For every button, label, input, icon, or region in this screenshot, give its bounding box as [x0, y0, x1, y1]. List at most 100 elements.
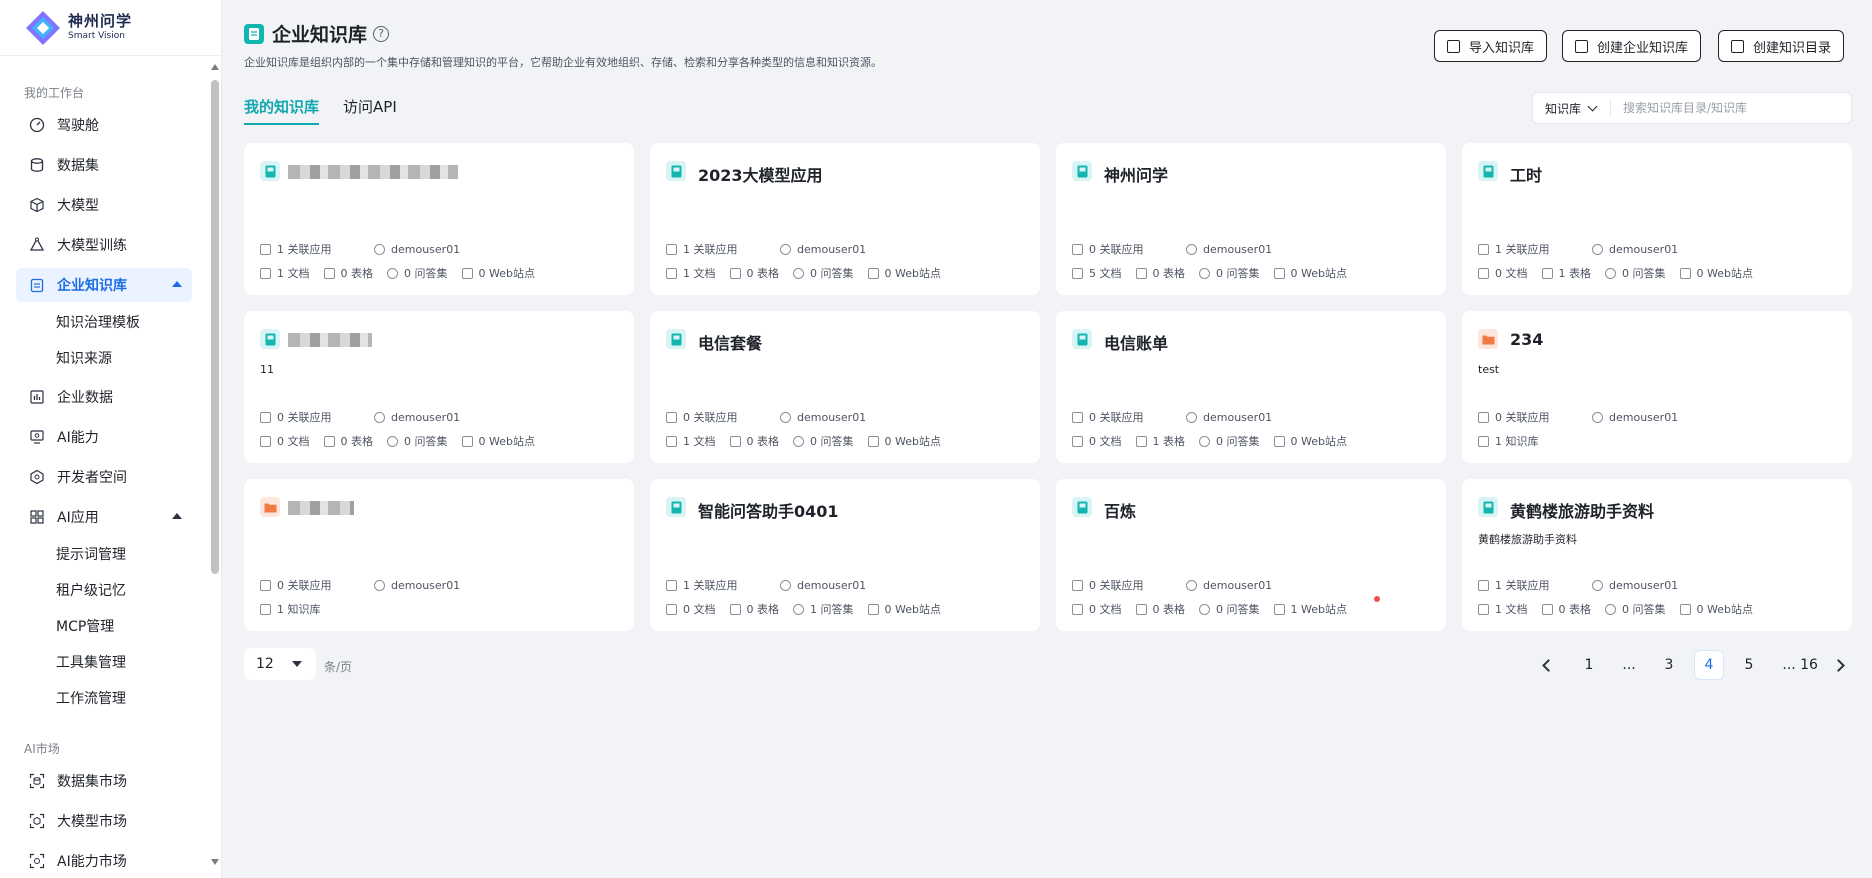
- question-icon: [1199, 435, 1210, 447]
- user-icon: [780, 579, 791, 591]
- create-kb-button[interactable]: 创建企业知识库: [1562, 30, 1702, 62]
- kb-card[interactable]: 神州问学 0 关联应用 demouser01 5 文档 0 表格 0 问答集 0 Web站点: [1056, 143, 1446, 295]
- sidebar-item-training[interactable]: 大模型训练: [16, 228, 192, 262]
- sidebar-scroll-thumb[interactable]: [211, 80, 219, 574]
- sidebar-item-ability-market[interactable]: AI能力市场: [16, 844, 192, 878]
- help-icon[interactable]: ?: [373, 25, 390, 42]
- sidebar-subitem-workflow[interactable]: 工作流管理: [56, 688, 126, 708]
- sidebar-item-models[interactable]: 大模型: [16, 188, 192, 222]
- sidebar-item-ai-app[interactable]: AI应用: [16, 500, 192, 534]
- tab-api[interactable]: 访问API: [343, 96, 397, 125]
- scroll-down-arrow-icon[interactable]: [211, 859, 219, 865]
- prev-page-button[interactable]: [1538, 650, 1558, 680]
- sidebar-subitem-toolset[interactable]: 工具集管理: [56, 652, 126, 672]
- book-icon: [260, 329, 280, 349]
- kb-card[interactable]: 234 test 0 关联应用 demouser01 1 知识库: [1462, 311, 1852, 463]
- qa-count: 0 问答集: [1199, 265, 1260, 281]
- table-icon: [1135, 603, 1147, 615]
- kb-card[interactable]: 工时 1 关联应用 demouser01 0 文档 1 表格 0 问答集 0 Web站点: [1462, 143, 1852, 295]
- web-icon: [1273, 603, 1285, 615]
- page-number[interactable]: 1: [1574, 650, 1604, 680]
- create-dir-button[interactable]: 创建知识目录: [1718, 30, 1845, 62]
- sidebar-item-cockpit[interactable]: 驾驶舱: [16, 108, 192, 142]
- kb-card[interactable]: 2023大模型应用 1 关联应用 demouser01 1 文档 0 表格 0 问答集 0 …: [650, 143, 1040, 295]
- page-size-unit: 条/页: [324, 660, 353, 674]
- page-size-select[interactable]: 12: [244, 648, 316, 680]
- web-icon: [1273, 435, 1285, 447]
- brand-name: 神州问学: [68, 12, 133, 30]
- owner-value: demouser01: [797, 410, 867, 424]
- import-kb-button[interactable]: 导入知识库: [1434, 30, 1548, 62]
- question-icon: [1199, 603, 1210, 615]
- owner: demouser01: [780, 243, 866, 256]
- plus-square-icon: [1731, 39, 1744, 53]
- redacted-title-image: [288, 165, 458, 179]
- menu-group-market: AI市场: [24, 742, 60, 756]
- sidebar-item-enterprise-data[interactable]: 企业数据: [16, 380, 192, 414]
- sidebar-item-label: AI能力: [57, 430, 99, 446]
- book-icon: [1478, 161, 1498, 181]
- sidebar-subitem-kb-template[interactable]: 知识治理模板: [56, 312, 140, 332]
- next-page-button[interactable]: [1828, 650, 1848, 680]
- sidebar-item-ai-ability[interactable]: AI能力: [16, 420, 192, 454]
- search-input[interactable]: [1611, 101, 1841, 115]
- create-kb-label: 创建企业知识库: [1597, 40, 1689, 56]
- table-count: 0 表格: [323, 433, 373, 449]
- logo[interactable]: 神州问学 Smart Vision: [0, 0, 221, 56]
- kb-card[interactable]: 1 关联应用 demouser01 1 文档 0 表格 0 问答集 0 Web站点: [244, 143, 634, 295]
- sidebar-item-datasets[interactable]: 数据集: [16, 148, 192, 182]
- kb-card[interactable]: 黄鹤楼旅游助手资料 黄鹤楼旅游助手资料 1 关联应用 demouser01 1 文档 0 …: [1462, 479, 1852, 631]
- book-icon: [1072, 161, 1092, 181]
- search-type-label: 知识库: [1545, 101, 1582, 116]
- doc-count: 0 文档: [1072, 601, 1122, 617]
- sidebar-subitem-memory[interactable]: 租户级记忆: [56, 580, 126, 600]
- owner-value: demouser01: [1609, 410, 1679, 424]
- table-count-value: 1 表格: [1152, 435, 1186, 448]
- linked-apps-value: 0 关联应用: [277, 579, 332, 592]
- tab-my-kb[interactable]: 我的知识库: [244, 96, 320, 125]
- kb-card[interactable]: 智能问答助手0401 1 关联应用 demouser01 0 文档 0 表格 1 问答集 0…: [650, 479, 1040, 631]
- table-count: 0 表格: [1135, 601, 1185, 617]
- kb-card[interactable]: 0 关联应用 demouser01 1 知识库: [244, 479, 634, 631]
- kb-card[interactable]: 11 0 关联应用 demouser01 0 文档 0 表格 0 问答集 0 Web站点: [244, 311, 634, 463]
- table-count: 0 表格: [1541, 601, 1591, 617]
- sidebar-item-dev-space[interactable]: 开发者空间: [16, 460, 192, 494]
- page-number[interactable]: 3: [1654, 650, 1684, 680]
- sidebar-item-model-market[interactable]: 大模型市场: [16, 804, 192, 838]
- kb-count: 1 知识库: [1478, 433, 1539, 449]
- page-ellipsis[interactable]: ...: [1614, 650, 1644, 680]
- owner: demouser01: [1592, 243, 1678, 256]
- page-number[interactable]: 4: [1694, 650, 1724, 680]
- page-number[interactable]: 5: [1734, 650, 1764, 680]
- apps-icon: [1072, 579, 1083, 591]
- scroll-up-arrow-icon[interactable]: [211, 64, 219, 70]
- folder-icon: [260, 497, 280, 517]
- kb-card[interactable]: 百炼 0 关联应用 demouser01 0 文档 0 表格 0 问答集 1 Web站点: [1056, 479, 1446, 631]
- web-count: 0 Web站点: [461, 265, 535, 281]
- apps-icon: [260, 243, 271, 255]
- linked-apps-value: 1 关联应用: [683, 243, 738, 256]
- sidebar-subitem-mcp[interactable]: MCP管理: [56, 616, 114, 636]
- question-icon: [1605, 267, 1616, 279]
- page-number[interactable]: 16: [1794, 650, 1824, 680]
- cube-icon: [28, 196, 46, 214]
- web-count-value: 0 Web站点: [884, 435, 941, 448]
- search-type-select[interactable]: 知识库: [1533, 100, 1611, 116]
- bar-chart-icon: [28, 388, 46, 406]
- kb-card[interactable]: 电信账单 0 关联应用 demouser01 0 文档 1 表格 0 问答集 0 Web站点: [1056, 311, 1446, 463]
- sidebar-subitem-prompt[interactable]: 提示词管理: [56, 544, 126, 564]
- question-icon: [793, 603, 804, 615]
- kb-card[interactable]: 电信套餐 0 关联应用 demouser01 1 文档 0 表格 0 问答集 0 Web站点: [650, 311, 1040, 463]
- sidebar-item-kb[interactable]: 企业知识库: [16, 268, 192, 302]
- qa-count: 0 问答集: [793, 433, 854, 449]
- sidebar-item-dataset-market[interactable]: 数据集市场: [16, 764, 192, 798]
- dropdown-caret-icon: [292, 661, 302, 667]
- qa-count: 1 问答集: [793, 601, 854, 617]
- sidebar-item-label: 大模型市场: [57, 814, 127, 830]
- monitor-icon: [28, 428, 46, 446]
- linked-apps: 1 关联应用: [260, 241, 360, 257]
- sidebar-subitem-kb-source[interactable]: 知识来源: [56, 348, 112, 368]
- sidebar-item-label: 企业数据: [57, 390, 113, 406]
- kb-count: 1 知识库: [260, 601, 321, 617]
- sidebar-item-label: AI能力市场: [57, 854, 127, 870]
